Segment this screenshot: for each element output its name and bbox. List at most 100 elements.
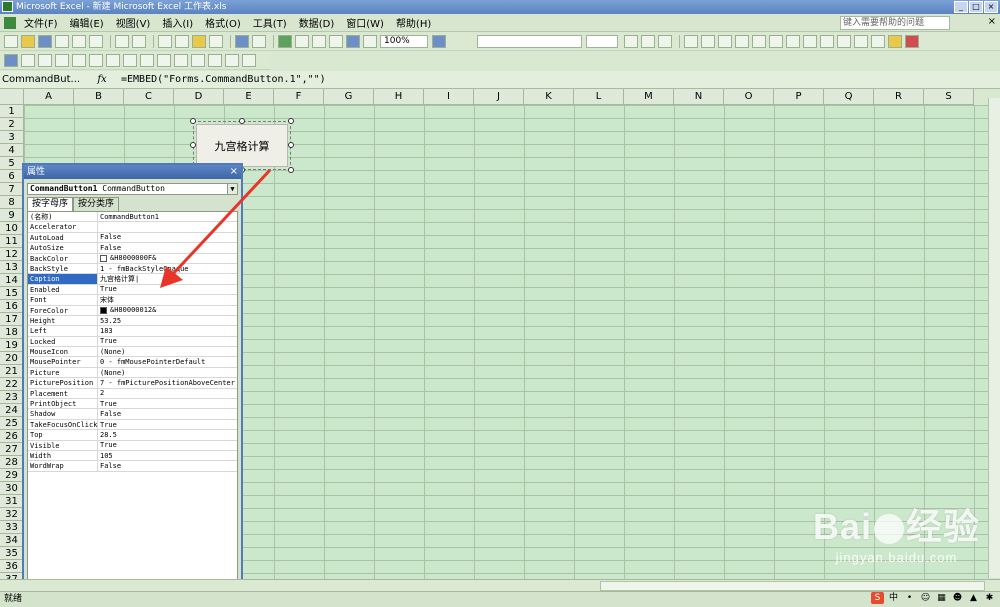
property-row[interactable]: MousePointer 0 - fmMousePointerDefault [28,357,237,368]
help-search-input[interactable]: 键入需要帮助的问题 [840,16,950,30]
view-code-icon[interactable] [38,54,52,67]
property-value[interactable]: False [98,233,237,242]
cut-icon[interactable] [158,35,172,48]
currency-icon[interactable] [752,35,766,48]
property-row[interactable]: Width 105 [28,450,237,462]
row-header[interactable]: 6 [0,170,24,183]
command-button-control-icon[interactable] [89,54,103,67]
merge-center-icon[interactable] [735,35,749,48]
row-header[interactable]: 13 [0,261,24,274]
listbox-control-icon[interactable] [123,54,137,67]
property-value[interactable]: True [98,420,237,429]
row-header[interactable]: 17 [0,313,24,326]
autosum-icon[interactable] [295,35,309,48]
row-header[interactable]: 30 [0,482,24,495]
row-header[interactable]: 16 [0,300,24,313]
minimize-button[interactable]: _ [954,1,968,13]
property-value[interactable]: True [98,337,237,346]
resize-handle[interactable] [239,118,245,124]
column-header[interactable]: F [274,89,324,105]
property-value[interactable]: &H80000012& [98,306,237,315]
property-value[interactable]: 宋体 [98,295,237,304]
object-select[interactable]: CommandButton1 CommandButton ▼ [27,183,238,195]
property-value[interactable]: 1 - fmBackStyleOpaque [98,264,237,273]
property-row[interactable]: Locked True [28,336,237,348]
property-row[interactable]: Enabled True [28,284,237,296]
menu-tools[interactable]: 工具(T) [253,15,287,30]
column-header[interactable]: H [374,89,424,105]
spelling-icon[interactable] [115,35,129,48]
select-all-corner[interactable] [0,89,24,105]
column-header[interactable]: O [724,89,774,105]
column-header[interactable]: N [674,89,724,105]
formula-input[interactable]: =EMBED("Forms.CommandButton.1","") [121,74,326,85]
column-header[interactable]: D [174,89,224,105]
property-row[interactable]: Height 53.25 [28,315,237,327]
property-value[interactable]: 7 - fmPicturePositionAboveCenter [98,378,237,387]
underline-icon[interactable] [658,35,672,48]
column-header[interactable]: E [224,89,274,105]
chevron-down-icon[interactable]: ▼ [227,184,237,194]
more-controls-icon[interactable] [242,54,256,67]
align-right-icon[interactable] [718,35,732,48]
property-row[interactable]: AutoLoad False [28,232,237,244]
workbook-close-button[interactable]: × [988,16,996,27]
keyboard-icon[interactable]: ▦ [935,592,948,604]
emoji-icon[interactable]: ☺ [919,592,932,604]
property-value[interactable]: CommandButton1 [98,212,237,221]
row-header[interactable]: 15 [0,287,24,300]
property-row[interactable]: Accelerator [28,222,237,233]
menu-insert[interactable]: 插入(I) [162,15,193,30]
percent-icon[interactable] [769,35,783,48]
increase-decimal-icon[interactable] [803,35,817,48]
workbook-icon[interactable] [4,16,16,29]
property-row[interactable]: Font 宋体 [28,295,237,306]
increase-indent-icon[interactable] [854,35,868,48]
property-value[interactable]: (None) [98,347,237,356]
property-row[interactable]: Visible True [28,440,237,451]
property-value[interactable]: True [98,285,237,294]
column-header[interactable]: I [424,89,474,105]
property-value[interactable] [98,222,237,231]
row-header[interactable]: 23 [0,391,24,404]
sort-descending-icon[interactable] [329,35,343,48]
row-header[interactable]: 19 [0,339,24,352]
column-header[interactable]: S [924,89,974,105]
row-header[interactable]: 33 [0,521,24,534]
fill-color-icon[interactable] [888,35,902,48]
maximize-button[interactable]: □ [969,1,983,13]
italic-icon[interactable] [641,35,655,48]
property-row[interactable]: Top 28.5 [28,430,237,441]
row-header[interactable]: 5 [0,157,24,170]
row-header[interactable]: 20 [0,352,24,365]
research-icon[interactable] [132,35,146,48]
copy-icon[interactable] [175,35,189,48]
property-row[interactable]: BackColor &H8000000F& [28,253,237,264]
redo-icon[interactable] [252,35,266,48]
property-row[interactable]: Shadow False [28,409,237,420]
horizontal-scrollbar[interactable] [600,581,985,591]
save-icon[interactable] [38,35,52,48]
property-value[interactable]: False [98,243,237,252]
row-header[interactable]: 8 [0,196,24,209]
align-left-icon[interactable] [684,35,698,48]
property-row[interactable]: TakeFocusOnClick True [28,419,237,431]
resize-handle[interactable] [190,118,196,124]
column-header[interactable]: P [774,89,824,105]
row-header[interactable]: 2 [0,118,24,131]
combobox-control-icon[interactable] [140,54,154,67]
row-header[interactable]: 28 [0,456,24,469]
property-value[interactable]: True [98,399,237,408]
row-header[interactable]: 34 [0,534,24,547]
image-control-icon[interactable] [225,54,239,67]
name-box[interactable]: CommandBut... [1,73,87,87]
print-icon[interactable] [72,35,86,48]
property-row[interactable]: Caption 九宫格计算| [28,274,237,285]
column-header[interactable]: A [24,89,74,105]
row-header[interactable]: 12 [0,248,24,261]
property-value[interactable]: 2 [98,389,237,398]
column-header[interactable]: B [74,89,124,105]
row-header[interactable]: 1 [0,105,24,118]
property-row[interactable]: ForeColor &H80000012& [28,305,237,316]
vertical-scrollbar[interactable] [988,98,1000,578]
